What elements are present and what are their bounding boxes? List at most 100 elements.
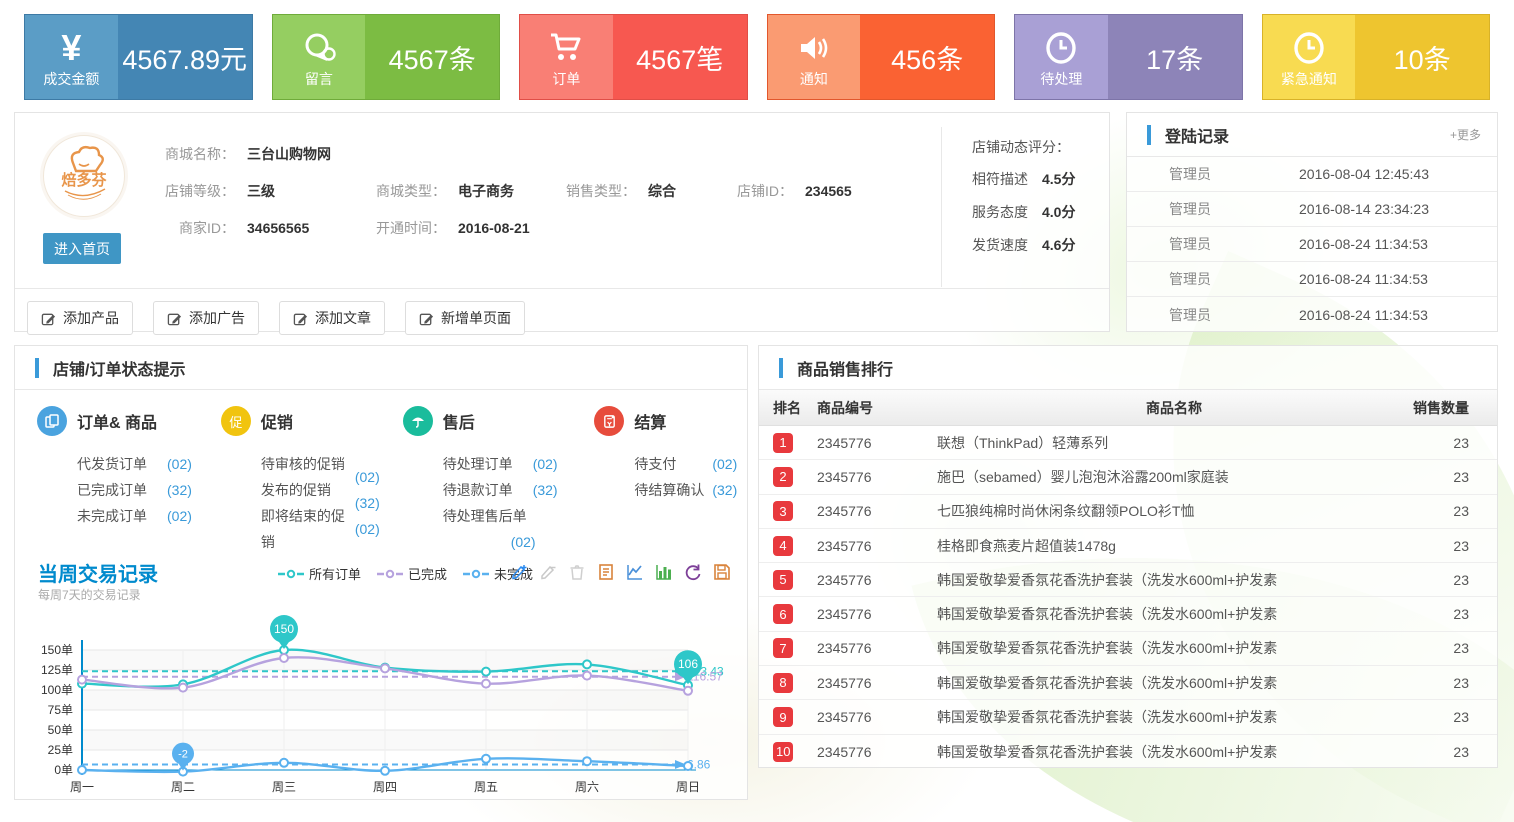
login-user: 管理员 <box>1169 164 1299 184</box>
shop-id-value: 234565 <box>805 183 852 199</box>
status-item[interactable]: 待审核的促销 <box>261 451 353 477</box>
header-code: 商品编号 <box>817 398 937 418</box>
chart-subtitle: 每周7天的交易记录 <box>38 586 141 603</box>
status-item[interactable]: 待处理订单(02) <box>443 451 595 477</box>
shop-type-value: 电子商务 <box>458 181 514 201</box>
login-user: 管理员 <box>1169 269 1299 289</box>
rank-badge: 2 <box>773 467 793 487</box>
data-view-icon[interactable] <box>596 562 616 582</box>
order-status-panel: 店铺/订单状态提示 订单& 商品 代发货订单(02) 已完成订单(32) 未完成… <box>14 345 748 800</box>
rating-value: 4.0分 <box>1042 204 1075 220</box>
field-label: 商城类型： <box>368 181 446 201</box>
login-time: 2016-08-24 11:34:53 <box>1299 236 1428 252</box>
rating-title: 店铺动态评分： <box>972 137 1075 157</box>
stat-card-amount: ¥ 成交金额 4567.89元 <box>24 14 253 100</box>
status-item[interactable]: 待结算确认(32) <box>634 477 741 503</box>
status-item[interactable]: 待退款订单(32) <box>443 477 595 503</box>
status-count: (02) <box>355 464 380 490</box>
shop-info-panel: 焙多芬 进入首页 商城名称：三台山购物网 店铺等级：三级 商城类型：电子商务 销… <box>14 112 1110 332</box>
table-row: 62345776韩国爱敬挚爱香氛花香洗护套装（洗发水600ml+护发素23 <box>759 597 1497 631</box>
legend-item-completed[interactable]: 已完成 <box>377 564 447 583</box>
status-count: (02) <box>355 516 380 542</box>
bar-chart-icon[interactable] <box>654 562 674 582</box>
stat-card-value: 4567笔 <box>613 15 747 99</box>
ranking-table-body: 12345776联想（ThinkPad）轻薄系列23 22345776施巴（se… <box>759 426 1497 769</box>
login-record-row: 管理员2016-08-04 12:45:43 <box>1127 157 1497 192</box>
add-product-button[interactable]: 添加产品 <box>27 301 133 335</box>
sale-type-value: 综合 <box>648 181 676 201</box>
login-record-row: 管理员2016-08-24 11:34:53 <box>1127 227 1497 262</box>
unmark-pencil-icon[interactable] <box>538 562 558 582</box>
documents-icon <box>37 406 67 436</box>
enter-shop-button[interactable]: 进入首页 <box>43 233 121 264</box>
table-row: 52345776韩国爱敬挚爱香氛花香洗护套装（洗发水600ml+护发素23 <box>759 563 1497 597</box>
status-item[interactable]: 未完成订单(02) <box>77 503 221 529</box>
legend-marker-icon <box>377 569 403 579</box>
shop-logo-text: 焙多芬 <box>61 171 107 189</box>
rank-badge: 8 <box>773 673 793 693</box>
stat-cards-row: ¥ 成交金额 4567.89元 留言 4567条 订单 4567笔 通知 456… <box>24 14 1490 100</box>
status-item[interactable]: 代发货订单(02) <box>77 451 221 477</box>
table-row: 12345776联想（ThinkPad）轻薄系列23 <box>759 426 1497 460</box>
stat-card-label: 订单 <box>552 69 580 89</box>
login-time: 2016-08-24 11:34:53 <box>1299 271 1428 287</box>
status-item[interactable]: 待处理售后单 <box>443 503 595 529</box>
stat-card-label: 留言 <box>305 69 333 89</box>
add-article-button[interactable]: 添加文章 <box>279 301 385 335</box>
table-row: 22345776施巴（sebamed）婴儿泡泡沐浴露200ml家庭装23 <box>759 460 1497 494</box>
stat-card-label: 紧急通知 <box>1281 69 1337 89</box>
cart-icon <box>547 28 585 68</box>
stat-card-value: 17条 <box>1108 15 1242 99</box>
open-date-value: 2016-08-21 <box>458 220 530 236</box>
legend-marker-icon <box>463 569 489 579</box>
status-group-aftersale: 售后 待处理订单(02) 待退款订单(32) 待处理售后单 (02) <box>403 406 595 555</box>
login-record-row: 管理员2016-08-24 11:34:53 <box>1127 262 1497 297</box>
svg-text:-2: -2 <box>178 749 188 761</box>
svg-text:150单: 150单 <box>41 643 73 657</box>
login-time: 2016-08-04 12:45:43 <box>1299 166 1429 182</box>
login-user: 管理员 <box>1169 305 1299 325</box>
merchant-id-value: 34656565 <box>247 220 309 236</box>
header-qty: 销售数量 <box>1411 398 1497 418</box>
clear-trash-icon[interactable] <box>567 562 587 582</box>
status-item[interactable]: 已完成订单(32) <box>77 477 221 503</box>
status-item[interactable]: 待支付(02) <box>634 451 741 477</box>
save-image-icon[interactable] <box>712 562 732 582</box>
more-link[interactable]: +更多 <box>1450 126 1481 143</box>
shop-level-value: 三级 <box>247 181 275 201</box>
svg-text:106: 106 <box>678 657 698 671</box>
title-accent-bar <box>35 358 39 378</box>
weekly-trend-chart: 当周交易记录 每周7天的交易记录 所有订单 已完成 未完成 <box>30 558 734 800</box>
add-ad-button[interactable]: 添加广告 <box>153 301 259 335</box>
shop-action-buttons: 添加产品 添加广告 添加文章 新增单页面 <box>15 288 1109 347</box>
edit-icon <box>293 311 308 326</box>
svg-text:125单: 125单 <box>41 663 73 677</box>
header-rank: 排名 <box>759 398 817 418</box>
rating-value: 4.6分 <box>1042 237 1075 253</box>
ranking-title: 商品销售排行 <box>797 356 893 380</box>
stat-card-label: 成交金额 <box>43 69 99 89</box>
login-user: 管理员 <box>1169 234 1299 254</box>
svg-text:150: 150 <box>274 622 294 636</box>
add-page-button[interactable]: 新增单页面 <box>405 301 525 335</box>
svg-text:周四: 周四 <box>373 780 397 794</box>
table-row: 92345776韩国爱敬挚爱香氛花香洗护套装（洗发水600ml+护发素23 <box>759 700 1497 734</box>
clock-icon <box>1043 28 1079 68</box>
rank-badge: 5 <box>773 570 793 590</box>
line-chart-icon[interactable] <box>625 562 645 582</box>
stat-card-label: 待处理 <box>1040 69 1082 89</box>
status-item[interactable]: 即将结束的促销 <box>261 503 353 555</box>
edit-icon <box>41 311 56 326</box>
edit-icon <box>167 311 182 326</box>
dashboard-page: ¥ 成交金额 4567.89元 留言 4567条 订单 4567笔 通知 456… <box>0 0 1514 822</box>
svg-text:周三: 周三 <box>272 780 296 794</box>
status-item[interactable]: 发布的促销 <box>261 477 353 503</box>
title-accent-bar <box>1147 125 1151 145</box>
edit-icon <box>419 311 434 326</box>
legend-item-all-orders[interactable]: 所有订单 <box>278 564 361 583</box>
login-record-row: 管理员2016-08-24 11:34:53 <box>1127 297 1497 332</box>
restore-icon[interactable] <box>683 562 703 582</box>
mark-pencil-icon[interactable] <box>509 562 529 582</box>
title-accent-bar <box>779 358 783 378</box>
svg-text:周五: 周五 <box>474 780 498 794</box>
